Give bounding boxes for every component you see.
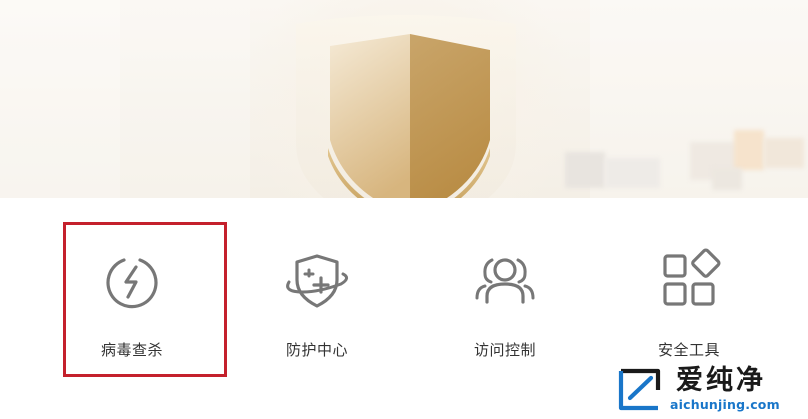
users-icon <box>475 258 535 304</box>
grid-apps-icon <box>663 248 721 306</box>
blurred-status-text <box>734 130 764 170</box>
hero-panel <box>0 0 120 198</box>
feature-protection-center[interactable]: 防护中心 <box>232 198 402 419</box>
feature-label: 安全工具 <box>657 341 720 359</box>
feature-label: 访问控制 <box>473 341 536 359</box>
blurred-status-text <box>712 168 742 190</box>
feature-access-control[interactable]: 访问控制 <box>420 198 590 419</box>
hero-panel <box>120 0 250 198</box>
lightning-bolt-icon <box>106 258 158 309</box>
feature-label: 防护中心 <box>285 341 348 359</box>
shield-plus-icon <box>286 254 348 308</box>
watermark: 爱纯净 aichunjing.com <box>618 364 806 416</box>
watermark-brand-cn: 爱纯净 <box>676 365 766 396</box>
feature-label: 病毒查杀 <box>100 341 163 359</box>
watermark-brand-en: aichunjing.com <box>670 397 780 412</box>
blurred-status-text <box>605 158 660 188</box>
blurred-status-text <box>565 152 605 188</box>
blurred-status-text <box>764 138 804 168</box>
feature-virus-scan[interactable]: 病毒查杀 <box>47 198 217 419</box>
watermark-logo-icon <box>618 368 661 411</box>
shield-icon <box>328 34 490 224</box>
